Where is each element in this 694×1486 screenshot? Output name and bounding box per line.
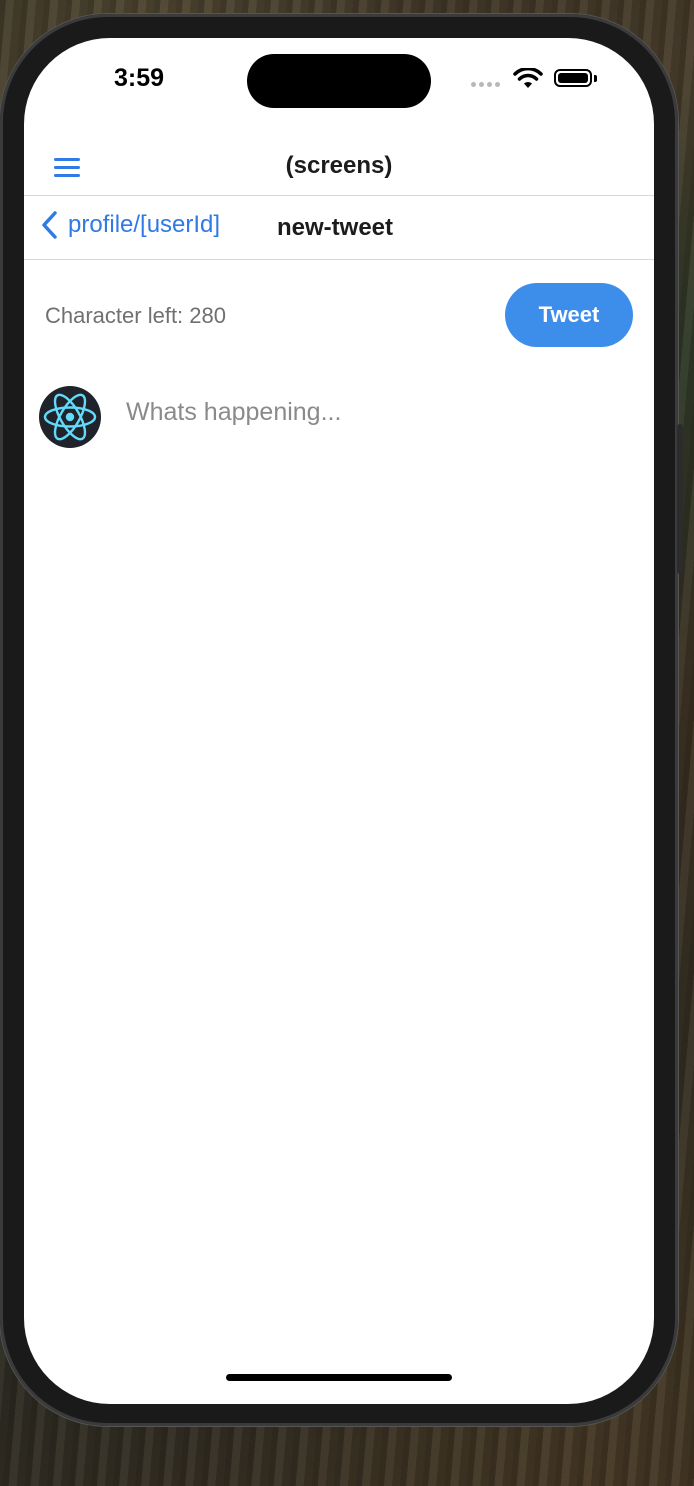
header-title: (screens) xyxy=(285,152,393,179)
tweet-button[interactable]: Tweet xyxy=(505,283,633,347)
chevron-left-icon xyxy=(42,211,57,239)
dynamic-island xyxy=(247,54,431,108)
status-bar: 3:59 xyxy=(24,38,654,128)
navigation-bar: profile/[userId] new-tweet xyxy=(24,196,654,260)
avatar xyxy=(39,386,101,448)
wifi-icon xyxy=(513,68,543,88)
phone-screen: 3:59 (screens) profile/[userId] new-twee… xyxy=(24,38,654,1404)
home-indicator[interactable] xyxy=(226,1374,452,1381)
react-logo-icon xyxy=(43,393,97,441)
battery-cap xyxy=(594,75,597,82)
back-button[interactable]: profile/[userId] xyxy=(40,210,220,240)
side-button xyxy=(677,424,683,574)
phone-frame: 3:59 (screens) profile/[userId] new-twee… xyxy=(0,14,683,1426)
nav-title: new-tweet xyxy=(277,214,394,241)
cellular-signal-icon xyxy=(471,82,500,87)
status-time: 3:59 xyxy=(114,64,165,92)
top-header: (screens) xyxy=(24,128,654,196)
battery-icon xyxy=(554,69,592,87)
tweet-text-input[interactable] xyxy=(124,386,628,438)
back-button-label: profile/[userId] xyxy=(68,211,221,238)
character-counter: Character left: 280 xyxy=(45,303,226,328)
